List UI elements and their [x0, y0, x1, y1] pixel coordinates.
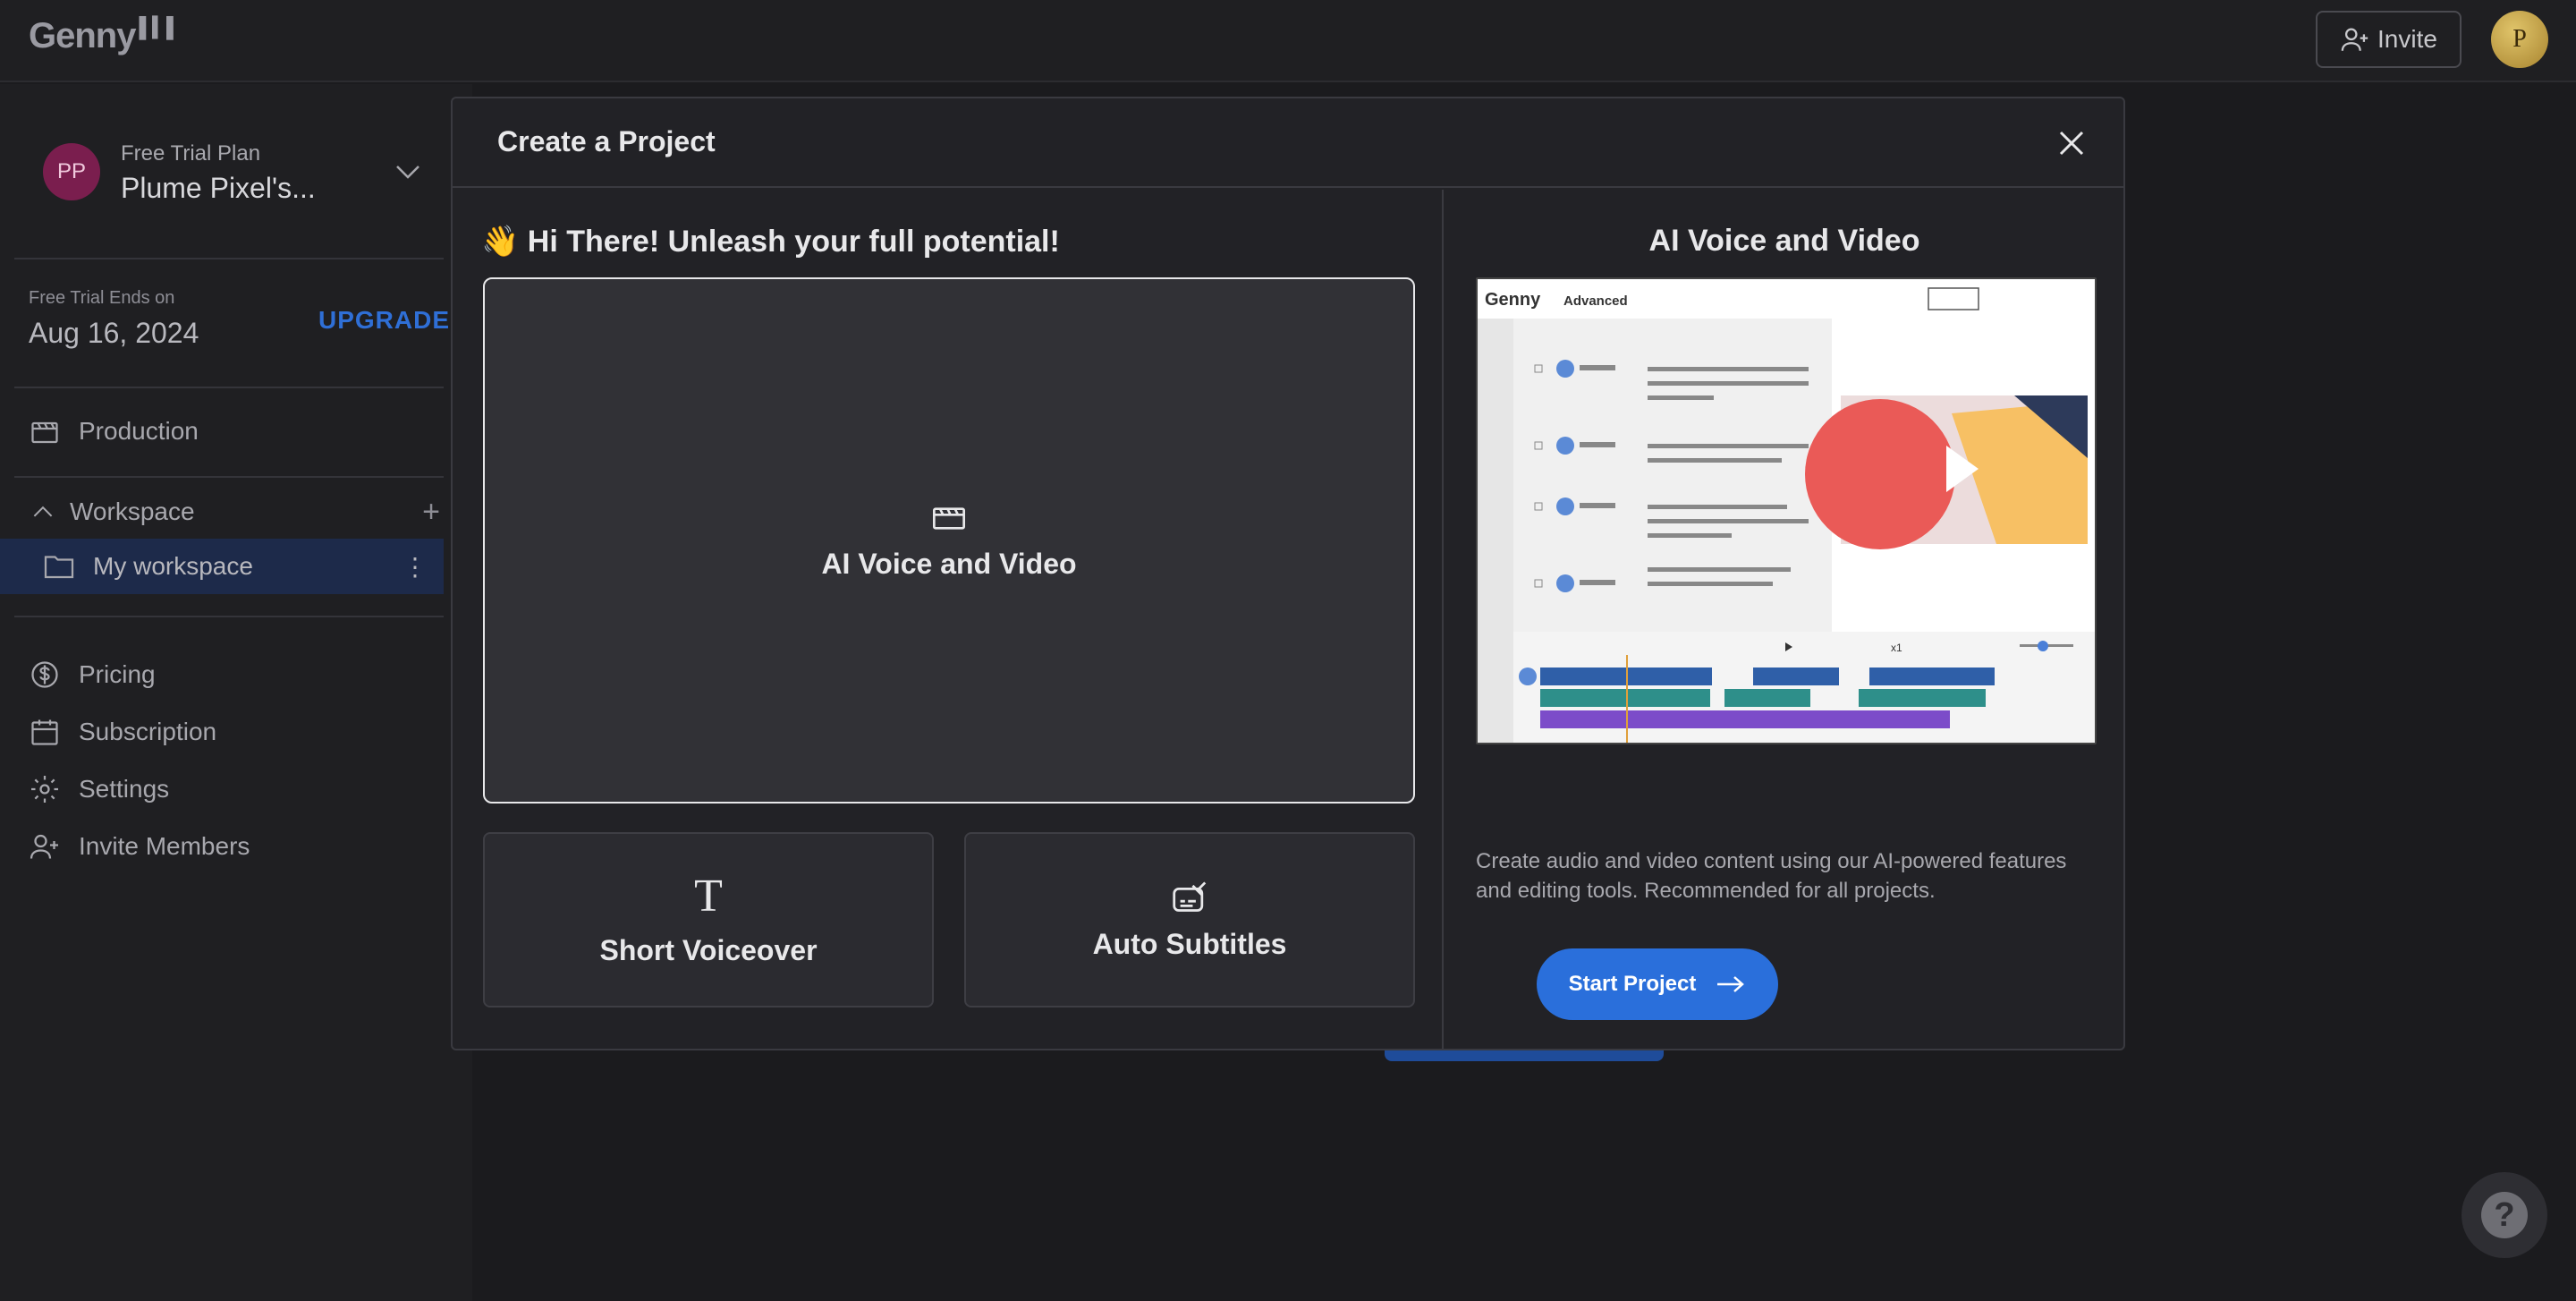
- trial-label: Free Trial Ends on: [29, 288, 175, 308]
- avatar-initial: P: [2512, 25, 2527, 53]
- sidebar-item-my-workspace[interactable]: My workspace ⋮: [0, 539, 444, 594]
- sidebar-item-production[interactable]: Production: [29, 410, 199, 453]
- start-project-button[interactable]: Start Project: [1537, 948, 1778, 1020]
- user-plus-icon: [30, 834, 58, 859]
- chevron-up-icon[interactable]: [29, 505, 57, 519]
- workspace-label: Workspace: [70, 497, 195, 525]
- help-button[interactable]: ?: [2462, 1172, 2547, 1258]
- sidebar-item-label: Production: [79, 417, 199, 445]
- upgrade-link[interactable]: UPGRADE: [318, 306, 450, 335]
- account-name[interactable]: Plume Pixel's...: [121, 172, 316, 205]
- close-icon[interactable]: [2055, 127, 2088, 159]
- option-short-voiceover[interactable]: T Short Voiceover: [483, 832, 934, 1008]
- waveform-icon: ▌▍▌: [139, 16, 180, 38]
- divider: [14, 258, 444, 259]
- account-avatar: PP: [43, 143, 100, 200]
- plan-label: Free Trial Plan: [121, 141, 261, 166]
- preview-description: Create audio and video content using our…: [1476, 849, 2067, 903]
- sidebar: PP Free Trial Plan Plume Pixel's... Free…: [0, 84, 472, 1301]
- folder-icon: [44, 556, 74, 579]
- divider: [14, 476, 444, 478]
- sidebar-item-pricing[interactable]: Pricing: [29, 653, 156, 696]
- help-icon: ?: [2481, 1192, 2528, 1238]
- preview-image: Genny Advanced x1: [1476, 277, 2097, 744]
- logo-text: Genny: [29, 16, 136, 55]
- top-bar: Genny ▌▍▌ Invite P: [0, 0, 2576, 82]
- preview-speed: x1: [1891, 642, 1902, 654]
- sidebar-item-invite-members[interactable]: Invite Members: [29, 825, 250, 868]
- add-workspace-icon[interactable]: +: [422, 495, 440, 530]
- option-label: Short Voiceover: [599, 933, 818, 966]
- sidebar-item-subscription[interactable]: Subscription: [29, 710, 216, 753]
- start-project-label: Start Project: [1568, 972, 1697, 996]
- option-ai-voice-video[interactable]: AI Voice and Video: [483, 277, 1415, 804]
- sidebar-item-label: Settings: [79, 775, 170, 803]
- option-auto-subtitles[interactable]: Auto Subtitles: [964, 832, 1415, 1008]
- divider: [14, 387, 444, 388]
- gear-icon: [31, 776, 58, 803]
- subtitles-icon: [1173, 880, 1207, 912]
- calendar-icon: [31, 719, 58, 745]
- workspace-header[interactable]: Workspace +: [29, 490, 440, 533]
- arrow-right-icon: [1717, 976, 1745, 992]
- clapperboard-icon: [933, 506, 965, 530]
- sidebar-item-label: Subscription: [79, 718, 217, 745]
- workspace-item-label: My workspace: [93, 552, 253, 580]
- genny-logo[interactable]: Genny ▌▍▌: [29, 16, 181, 56]
- sidebar-item-label: Pricing: [79, 660, 156, 688]
- modal-title: Create a Project: [497, 125, 716, 157]
- option-label: Auto Subtitles: [1092, 927, 1287, 960]
- sidebar-item-label: Invite Members: [79, 832, 250, 860]
- modal-header: Create a Project: [453, 98, 2123, 188]
- dollar-circle-icon: [31, 661, 58, 688]
- invite-button[interactable]: Invite: [2316, 11, 2462, 68]
- project-type-pane: 👋 Hi There! Unleash your full potential!…: [453, 190, 1444, 1050]
- user-plus-icon: [2341, 28, 2368, 51]
- clapperboard-icon: [31, 421, 58, 444]
- invite-label: Invite: [2377, 25, 2437, 53]
- user-avatar[interactable]: P: [2491, 11, 2548, 68]
- greeting-text: 👋 Hi There! Unleash your full potential!: [481, 225, 1060, 259]
- text-t-icon: T: [694, 870, 723, 922]
- preview-mode: Advanced: [1563, 293, 1628, 309]
- preview-logo: Genny: [1485, 290, 1541, 310]
- more-options-icon[interactable]: ⋮: [402, 552, 428, 582]
- create-project-modal: Create a Project 👋 Hi There! Unleash you…: [451, 97, 2125, 1050]
- divider: [14, 616, 444, 617]
- option-label: AI Voice and Video: [821, 547, 1077, 580]
- account-initials: PP: [56, 159, 86, 183]
- sidebar-item-settings[interactable]: Settings: [29, 768, 169, 811]
- editor-preview-illustration: Genny Advanced x1: [1478, 279, 2095, 743]
- preview-pane: AI Voice and Video Genny Advanced x1 Cre…: [1445, 190, 2123, 1050]
- trial-date: Aug 16, 2024: [29, 317, 199, 349]
- chevron-down-icon[interactable]: [394, 163, 422, 181]
- preview-title: AI Voice and Video: [1648, 224, 1920, 258]
